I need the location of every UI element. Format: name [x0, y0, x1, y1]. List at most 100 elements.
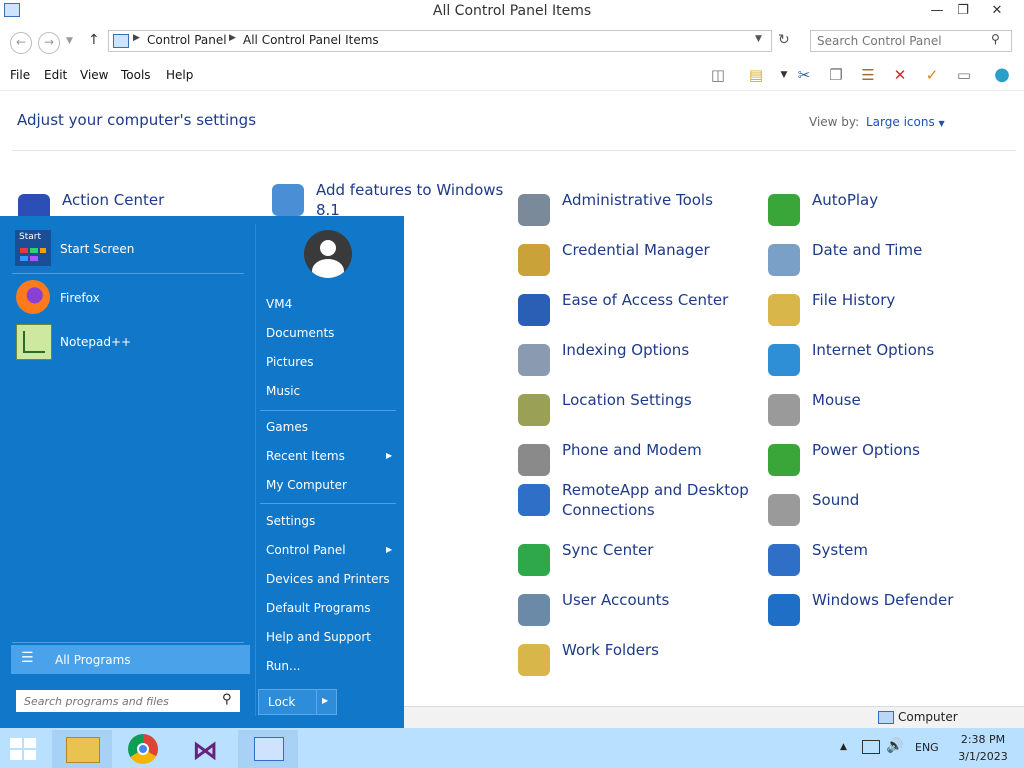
start-right-item[interactable]: Default Programs: [266, 601, 371, 615]
cut-icon[interactable]: ✂: [792, 64, 816, 86]
cp-item-label: Windows Defender: [812, 591, 954, 609]
chevron-down-icon: ▼: [938, 119, 945, 128]
close-button[interactable]: ✕: [980, 0, 1014, 22]
accessibility-icon: [518, 294, 550, 326]
start-screen-item[interactable]: Start Screen: [60, 242, 134, 256]
breadcrumb-control-panel[interactable]: Control Panel: [147, 33, 227, 47]
visual-studio-icon: ⋈: [192, 736, 218, 766]
start-search-box[interactable]: ⚲: [16, 690, 240, 712]
search-icon[interactable]: ⚲: [222, 692, 232, 707]
lock-button[interactable]: Lock ▶: [258, 689, 337, 715]
start-right-item[interactable]: Help and Support: [266, 630, 371, 644]
cp-item[interactable]: Location Settings: [518, 390, 758, 434]
start-right-item[interactable]: Run...: [266, 659, 300, 673]
start-right-item[interactable]: VM4: [266, 297, 292, 311]
cp-item-label: File History: [812, 291, 896, 309]
cp-item[interactable]: RemoteApp and Desktop Connections: [518, 480, 758, 524]
all-programs-button[interactable]: ☰ All Programs: [11, 645, 250, 674]
cp-item[interactable]: Mouse: [768, 390, 1008, 434]
firefox-item[interactable]: Firefox: [60, 291, 100, 305]
taskbar-chrome[interactable]: [114, 730, 174, 768]
cp-item[interactable]: AutoPlay: [768, 190, 1008, 234]
cp-item-label: Action Center: [62, 191, 165, 209]
cp-item[interactable]: Windows Defender: [768, 590, 1008, 634]
taskbar-visual-studio[interactable]: ⋈: [176, 730, 236, 768]
globe-icon[interactable]: ●: [990, 64, 1014, 86]
chrome-icon: [128, 734, 158, 764]
start-right-item[interactable]: Devices and Printers: [266, 572, 390, 586]
cp-item[interactable]: Power Options: [768, 440, 1008, 484]
show-hidden-icons[interactable]: ▲: [840, 742, 847, 752]
checkmark-icon[interactable]: ✓: [920, 64, 944, 86]
address-bar[interactable]: ▶ Control Panel ▶ All Control Panel Item…: [108, 30, 772, 52]
back-button[interactable]: ←: [10, 32, 32, 54]
cp-item[interactable]: Indexing Options: [518, 340, 758, 384]
menu-edit[interactable]: Edit: [44, 68, 67, 82]
delete-icon[interactable]: ✕: [888, 64, 912, 86]
forward-button[interactable]: →: [38, 32, 60, 54]
start-right-item[interactable]: Pictures: [266, 355, 314, 369]
cp-item[interactable]: Date and Time: [768, 240, 1008, 284]
autoplay-icon: [768, 194, 800, 226]
cp-item-label: Ease of Access Center: [562, 291, 729, 309]
cp-item[interactable]: Phone and Modem: [518, 440, 758, 484]
cp-item[interactable]: Work Folders: [518, 640, 758, 684]
start-right-item[interactable]: Games: [266, 420, 308, 434]
start-right-item[interactable]: My Computer: [266, 478, 347, 492]
view-by-dropdown[interactable]: Large icons ▼: [866, 115, 945, 129]
cp-item[interactable]: Credential Manager: [518, 240, 758, 284]
recent-chevron-icon[interactable]: ▼: [66, 36, 73, 46]
cp-item[interactable]: Internet Options: [768, 340, 1008, 384]
clock-time[interactable]: 2:38 PM: [948, 733, 1018, 746]
maximize-button[interactable]: ❐: [946, 0, 980, 22]
menu-tools[interactable]: Tools: [121, 68, 151, 82]
refresh-icon[interactable]: ↻: [778, 32, 790, 48]
search-icon[interactable]: ⚲: [991, 32, 1000, 46]
vault-icon: [518, 244, 550, 276]
clock-date[interactable]: 3/1/2023: [948, 750, 1018, 763]
network-icon[interactable]: [862, 740, 880, 754]
cp-item[interactable]: Sync Center: [518, 540, 758, 584]
taskbar-control-panel[interactable]: [238, 730, 298, 768]
properties-icon[interactable]: ▭: [952, 64, 976, 86]
windows-start-button[interactable]: [10, 738, 38, 760]
view-by-value: Large icons: [866, 115, 935, 129]
start-right-item[interactable]: Settings: [266, 514, 315, 528]
start-menu-separator: [12, 273, 244, 274]
menu-help[interactable]: Help: [166, 68, 193, 82]
cp-item[interactable]: File History: [768, 290, 1008, 334]
map-icon: [518, 394, 550, 426]
volume-icon[interactable]: 🔊: [886, 738, 903, 754]
chevron-right-icon[interactable]: ▶: [322, 696, 328, 705]
start-right-item[interactable]: Recent Items: [266, 449, 345, 463]
start-screen-tile-icon: Start: [15, 230, 51, 266]
search-input[interactable]: [815, 32, 989, 50]
breadcrumb-all-items[interactable]: All Control Panel Items: [243, 33, 379, 47]
taskbar-explorer[interactable]: [52, 730, 112, 768]
address-dropdown-icon[interactable]: ▼: [755, 34, 762, 44]
paste-icon[interactable]: ☰: [856, 64, 880, 86]
cp-item[interactable]: User Accounts: [518, 590, 758, 634]
user-avatar-icon[interactable]: [304, 230, 352, 278]
menu-file[interactable]: File: [10, 68, 30, 82]
start-right-item[interactable]: Documents: [266, 326, 334, 340]
layout-icon[interactable]: ◫: [706, 64, 730, 86]
start-right-item[interactable]: Music: [266, 384, 300, 398]
speaker-icon: [768, 494, 800, 526]
cp-item[interactable]: Ease of Access Center: [518, 290, 758, 334]
folder-options-icon[interactable]: ▤: [744, 64, 768, 86]
language-indicator[interactable]: ENG: [915, 741, 939, 754]
cp-item-label: Add features to Windows 8.1: [316, 181, 504, 219]
cp-item[interactable]: Sound: [768, 490, 1008, 534]
notepad-plus-plus-item[interactable]: Notepad++: [60, 335, 131, 349]
copy-icon[interactable]: ❐: [824, 64, 848, 86]
up-arrow-icon[interactable]: ↑: [88, 32, 100, 48]
start-search-input[interactable]: [22, 692, 216, 711]
cp-item[interactable]: Administrative Tools: [518, 190, 758, 234]
status-bar: Computer: [404, 706, 1024, 729]
cp-item[interactable]: System: [768, 540, 1008, 584]
start-right-item[interactable]: Control Panel: [266, 543, 346, 557]
menu-view[interactable]: View: [80, 68, 108, 82]
breadcrumb-chevron-icon: ▶: [229, 33, 236, 43]
search-box[interactable]: ⚲: [810, 30, 1012, 52]
